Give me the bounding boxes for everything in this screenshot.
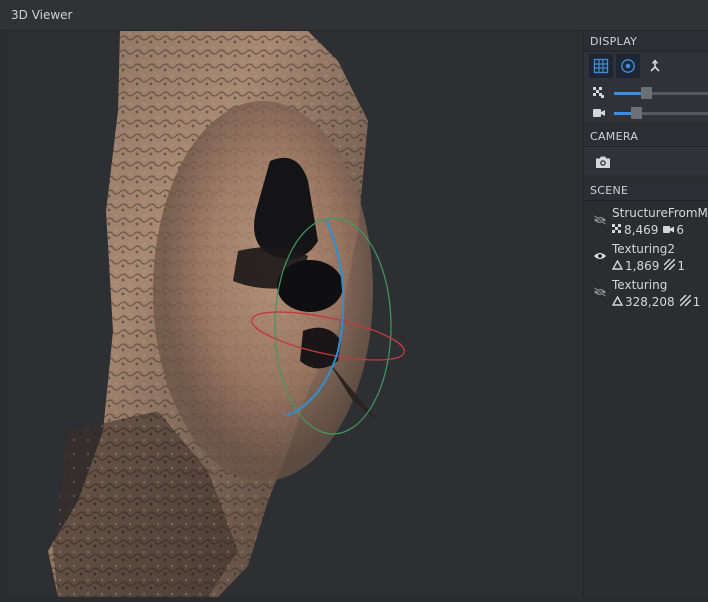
triangle-icon	[611, 295, 624, 309]
scene-item-texturing2[interactable]: Texturing2 1,869 1	[584, 242, 708, 278]
scene-item-stats: 328,208 1	[611, 294, 701, 309]
3d-viewport[interactable]	[8, 31, 583, 597]
screenshot-icon[interactable]	[591, 150, 615, 174]
side-panel: DISPLAY CAMERA SCENE StructureFromM 8,46…	[583, 31, 708, 602]
texture-icon	[663, 258, 676, 273]
camera-header-label: CAMERA	[590, 130, 639, 143]
slider-track[interactable]	[614, 87, 708, 99]
camera-section-header[interactable]: CAMERA	[584, 126, 708, 147]
window: 3D Viewer DISPLAY CAMERA SCENE Structure…	[0, 0, 708, 602]
triangles-count: 328,208	[625, 295, 675, 309]
slider-handle[interactable]	[631, 107, 642, 119]
camera-icon	[663, 223, 675, 237]
display-header-label: DISPLAY	[590, 35, 638, 48]
eye-hidden-icon[interactable]	[593, 286, 607, 300]
left-edge	[0, 31, 8, 602]
camera-section	[584, 147, 708, 175]
scene-render	[48, 31, 406, 597]
eye-hidden-icon[interactable]	[593, 214, 607, 228]
scene-header-label: SCENE	[590, 184, 629, 197]
points-icon	[593, 87, 604, 101]
scene-item-name: StructureFromMotion	[612, 206, 708, 220]
display-section	[584, 52, 708, 122]
display-section-header[interactable]: DISPLAY	[584, 31, 708, 52]
camera-scale-slider[interactable]	[584, 104, 708, 122]
grid-icon[interactable]	[589, 54, 613, 78]
scene-section-header[interactable]: SCENE	[584, 180, 708, 201]
window-title: 3D Viewer	[11, 8, 73, 22]
points-size-slider[interactable]	[584, 84, 708, 102]
scene-item-texturing[interactable]: Texturing 328,208 1	[584, 278, 708, 314]
points-icon	[612, 223, 622, 237]
cameras-count: 6	[676, 223, 684, 237]
scene-section: StructureFromMotion 8,469 6 Texturing2 1…	[584, 201, 708, 602]
triangle-icon	[611, 259, 624, 273]
scene-item-name: Texturing2	[612, 242, 675, 256]
scene-item-structurefrommotion[interactable]: StructureFromMotion 8,469 6	[584, 206, 708, 242]
title-bar: 3D Viewer	[0, 0, 708, 31]
camera-icon	[593, 107, 605, 121]
points-count: 8,469	[624, 223, 659, 237]
bottom-edge	[0, 597, 708, 602]
texture-icon	[679, 294, 692, 309]
scene-item-stats: 1,869 1	[611, 258, 685, 273]
gizmo-icon[interactable]	[643, 54, 667, 78]
slider-handle[interactable]	[641, 87, 652, 99]
textures-count: 1	[677, 259, 685, 273]
scene-item-name: Texturing	[612, 278, 668, 292]
triangles-count: 1,869	[625, 259, 660, 273]
scene-item-stats: 8,469 6	[612, 223, 684, 237]
textures-count: 1	[692, 295, 701, 309]
eye-visible-icon[interactable]	[593, 250, 607, 264]
target-icon[interactable]	[616, 54, 640, 78]
slider-track[interactable]	[614, 107, 708, 119]
